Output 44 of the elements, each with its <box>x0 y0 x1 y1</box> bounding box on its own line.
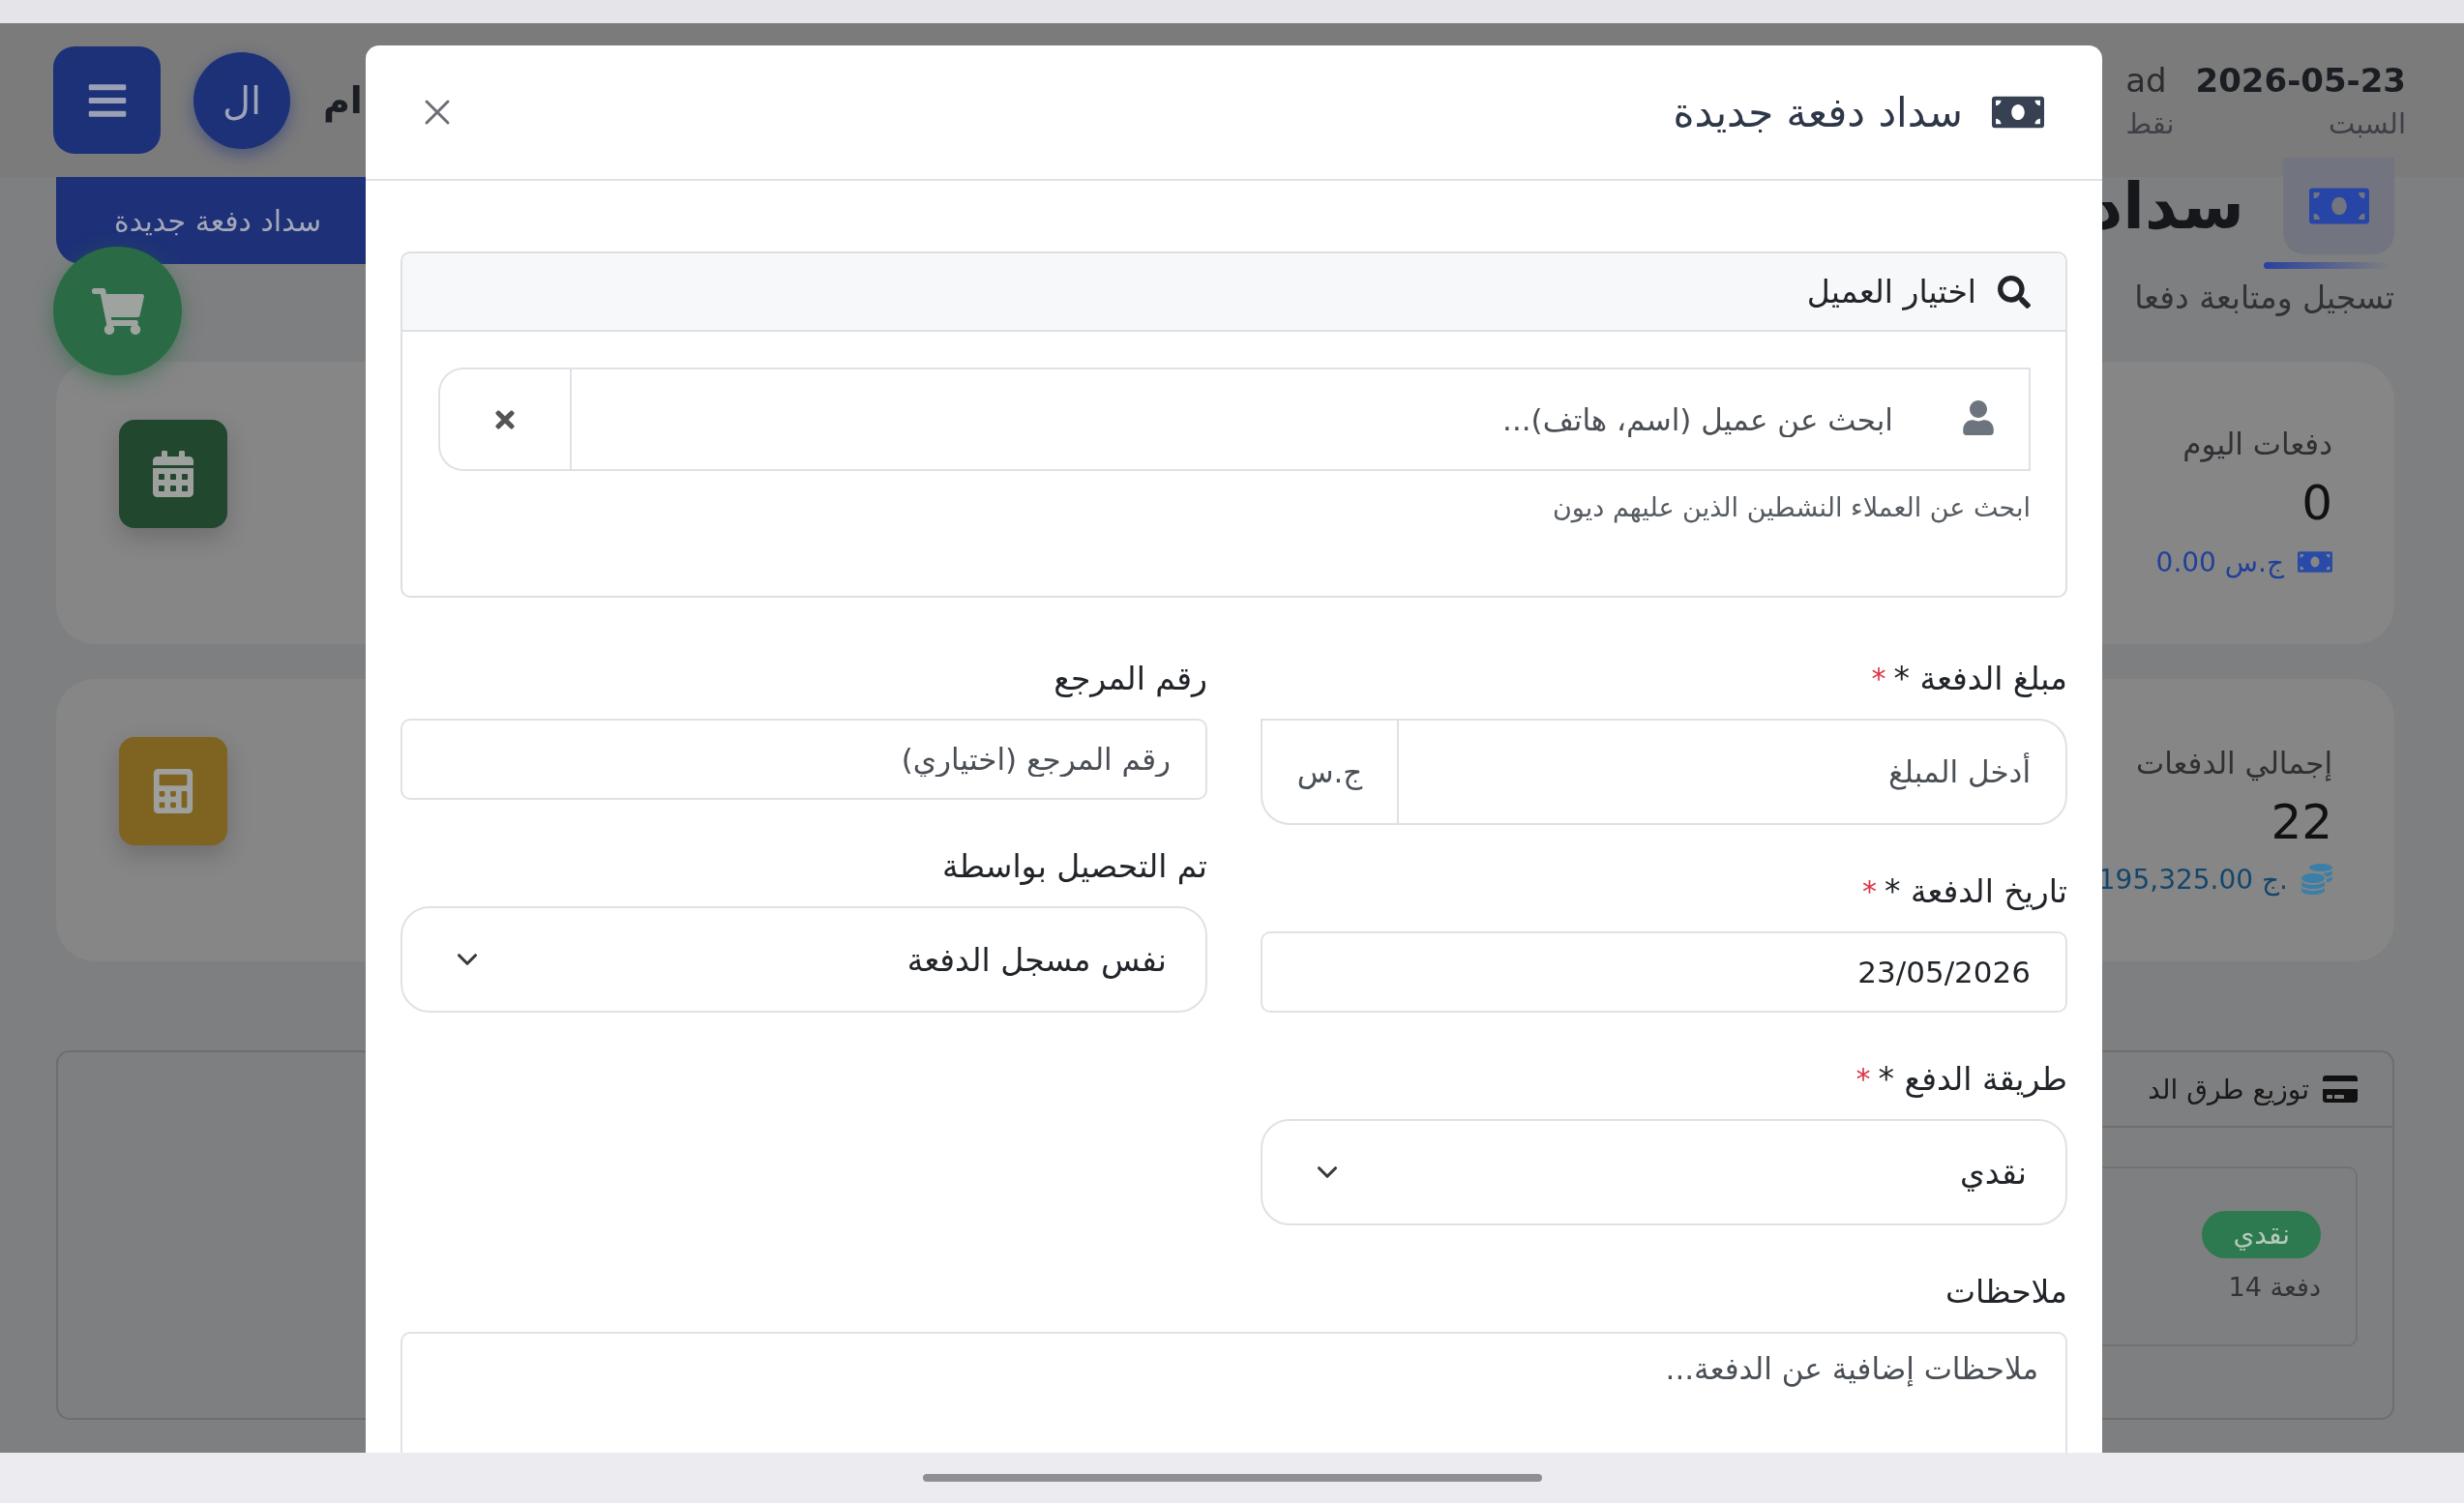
user-icon <box>1961 400 1996 435</box>
new-payment-button[interactable]: سداد دفعة جديدة <box>56 177 366 264</box>
notes-field[interactable]: ملاحظات إضافية عن الدفعة... <box>401 1332 2067 1453</box>
required-mark: * <box>1871 661 1886 695</box>
card-title: اختيار العميل <box>1806 273 1976 310</box>
field-label: تاريخ الدفعة * <box>1884 871 2067 910</box>
field-label: طريقة الدفع * <box>1878 1059 2067 1098</box>
search-icon <box>1998 275 2031 309</box>
currency-addon: ج.س <box>1261 719 1397 825</box>
help-text: ابحث عن العملاء النشطين الذين عليهم ديون <box>1552 492 2031 522</box>
menu-button[interactable] <box>53 46 161 154</box>
customer-search-field[interactable]: ابحث عن عميل (اسم، هاتف)... <box>570 368 2031 471</box>
required-mark: * <box>1861 873 1877 908</box>
stat-value: 0 <box>2301 475 2332 531</box>
calendar-icon <box>119 420 227 528</box>
user-name: ad <box>2125 60 2167 100</box>
stat-amount: 195,325.00 ج. <box>2097 863 2288 896</box>
current-date: 2026-05-23 <box>2195 60 2406 100</box>
select-field[interactable]: نفس مسجل الدفعة <box>401 906 1207 1013</box>
method-badge: نقدي <box>2202 1211 2321 1258</box>
user-points: نقط <box>2125 106 2175 140</box>
user-avatar[interactable]: ال <box>193 51 290 149</box>
method-count: 14 دفعة <box>2228 1272 2321 1302</box>
field-label: تم التحصيل بواسطة <box>942 846 1207 885</box>
field-label: ملاحظات <box>1945 1272 2067 1311</box>
required-mark: * <box>1855 1061 1871 1096</box>
select-field[interactable]: نقدي <box>1261 1119 2067 1225</box>
app-name: ام <box>323 78 363 122</box>
dialog-title: سداد دفعة جديدة <box>1673 88 1963 136</box>
current-day: السبت <box>2329 106 2406 140</box>
amount-input[interactable]: أدخل المبلغ <box>1397 719 2067 825</box>
calculator-icon <box>119 737 227 845</box>
page-title: سداد <box>2090 168 2244 244</box>
stat-label: إجمالي الدفعات <box>2136 745 2332 781</box>
coins-icon <box>2301 864 2332 895</box>
date-input[interactable]: 23/05/2026 <box>1261 931 2067 1013</box>
field-label: رقم المرجع <box>1054 659 1207 697</box>
stat-value: 22 <box>2271 793 2332 850</box>
page-subtitle: تسجيل ومتابعة دفعا <box>2134 279 2394 316</box>
stat-label: دفعات اليوم <box>2182 427 2332 461</box>
panel-title: توزيع طرق الد <box>2148 1073 2309 1105</box>
field-label: مبلغ الدفعة * <box>1893 659 2067 697</box>
text-input[interactable]: رقم المرجع (اختياري) <box>401 719 1207 800</box>
stat-amount: 0.00 ج.س <box>2155 545 2284 578</box>
